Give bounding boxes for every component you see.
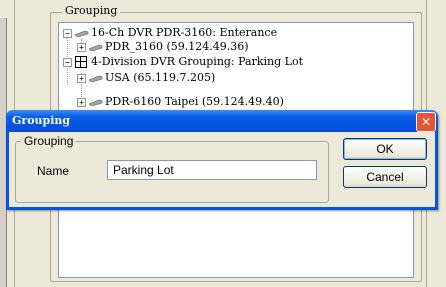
grouping-dialog: Grouping ✕ Grouping Name Parking Lot OK …: [6, 110, 438, 210]
expand-icon[interactable]: +: [77, 43, 86, 52]
close-icon: ✕: [420, 115, 432, 129]
groupbox-title: Grouping: [21, 134, 77, 148]
tree-node-label: 16-Ch DVR PDR-3160: Enterance: [91, 26, 278, 39]
expand-icon[interactable]: +: [77, 98, 86, 107]
camera-icon: [89, 99, 103, 106]
grid-icon: [75, 56, 87, 68]
close-button[interactable]: ✕: [416, 112, 436, 132]
tree-node-label: USA (65.119.7.205): [105, 71, 216, 84]
dialog-titlebar[interactable]: Grouping ✕: [6, 110, 438, 132]
tree-node-label: PDR-6160 Taipei (59.124.49.40): [105, 95, 284, 108]
camera-icon: [89, 44, 103, 51]
camera-icon: [75, 30, 89, 37]
tree-node-label: PDR_3160 (59.124.49.36): [105, 40, 249, 53]
grouping-frame-title: Grouping: [62, 4, 121, 17]
dialog-title: Grouping: [12, 114, 71, 127]
collapse-icon[interactable]: −: [63, 58, 72, 67]
camera-icon: [89, 75, 103, 82]
cancel-button[interactable]: Cancel: [343, 166, 427, 188]
collapse-icon[interactable]: −: [63, 29, 72, 38]
ok-button[interactable]: OK: [343, 138, 427, 160]
name-label: Name: [37, 164, 70, 178]
expand-icon[interactable]: +: [77, 74, 86, 83]
tree-node-label: 4-Division DVR Grouping: Parking Lot: [91, 55, 304, 68]
name-input[interactable]: Parking Lot: [107, 160, 317, 180]
dialog-body: Grouping Name Parking Lot OK Cancel: [9, 132, 435, 207]
